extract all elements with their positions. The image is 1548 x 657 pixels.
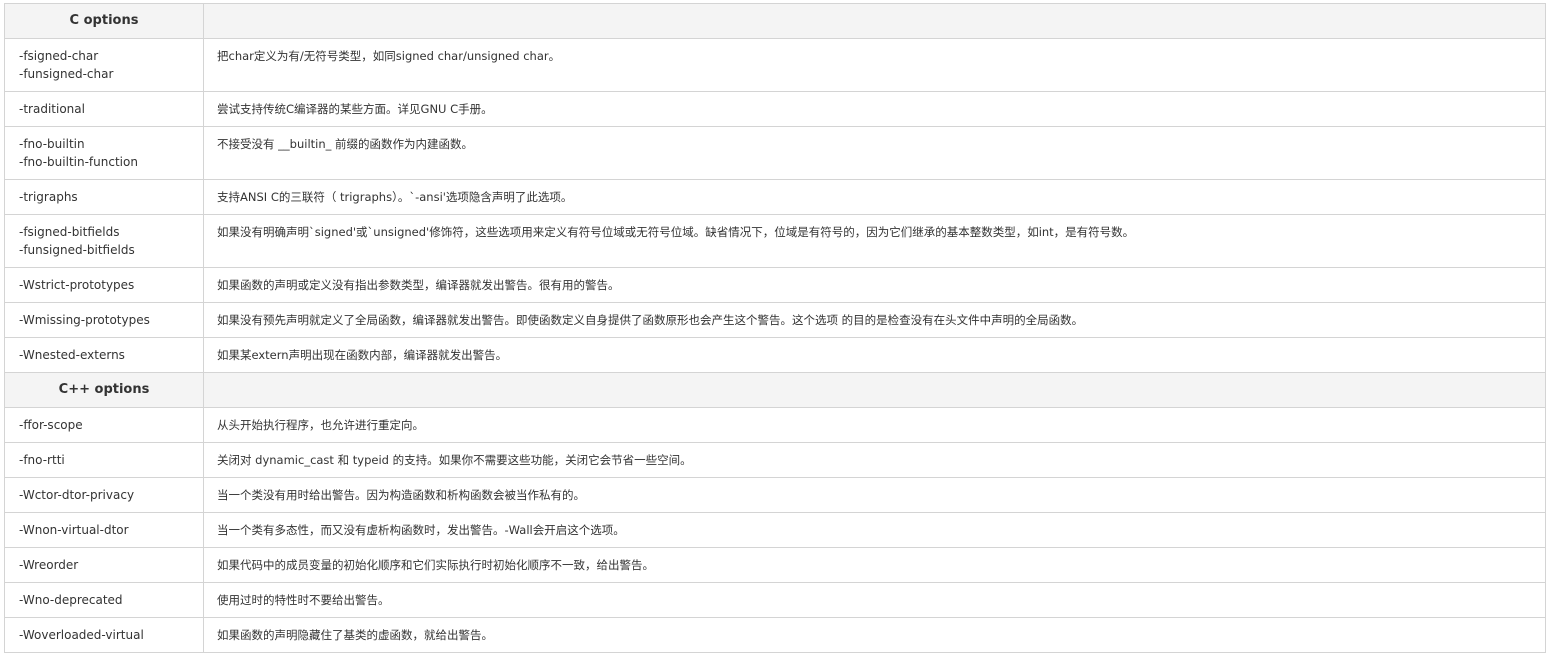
option-name: -Wreorder [19,558,79,572]
option-name-cell: -Wnon-virtual-dtor [4,512,204,548]
option-name: -Woverloaded-virtual [19,628,144,642]
option-name: -traditional [19,102,85,116]
option-description: 从头开始执行程序，也允许进行重定向。 [203,407,1546,443]
option-name: -fno-rtti [19,453,65,467]
options-table-body: C options -fsigned-char -funsigned-char … [4,3,1546,653]
table-row: -fno-builtin -fno-builtin-function 不接受没有… [4,126,1546,180]
option-description: 支持ANSI C的三联符（ trigraphs）。`-ansi'选项隐含声明了此… [203,179,1546,215]
table-row: -Wreorder 如果代码中的成员变量的初始化顺序和它们实际执行时初始化顺序不… [4,547,1546,583]
option-description: 如果函数的声明或定义没有指出参数类型，编译器就发出警告。很有用的警告。 [203,267,1546,303]
option-name: -trigraphs [19,190,78,204]
option-description: 使用过时的特性时不要给出警告。 [203,582,1546,618]
table-row: -Wnon-virtual-dtor 当一个类有多态性，而又没有虚析构函数时，发… [4,512,1546,548]
option-name: -fno-builtin [19,137,85,151]
section-header-row: C++ options [4,372,1546,408]
option-name: -Wstrict-prototypes [19,278,135,292]
section-title: C++ options [4,372,204,408]
table-row: -Woverloaded-virtual 如果函数的声明隐藏住了基类的虚函数，就… [4,617,1546,653]
option-name-cell: -Wnested-externs [4,337,204,373]
option-name-cell: -fsigned-bitfields -funsigned-bitfields [4,214,204,268]
table-row: -trigraphs 支持ANSI C的三联符（ trigraphs）。`-an… [4,179,1546,215]
option-description: 尝试支持传统C编译器的某些方面。详见GNU C手册。 [203,91,1546,127]
option-name: -Wmissing-prototypes [19,313,150,327]
section-header-blank [203,3,1546,39]
option-name: -funsigned-char [19,67,114,81]
option-name: -funsigned-bitfields [19,243,135,257]
option-description: 如果代码中的成员变量的初始化顺序和它们实际执行时初始化顺序不一致，给出警告。 [203,547,1546,583]
option-name-cell: -Wstrict-prototypes [4,267,204,303]
option-name: -Wnon-virtual-dtor [19,523,129,537]
option-name: -fsigned-char [19,49,99,63]
option-name: -Wctor-dtor-privacy [19,488,135,502]
option-description: 如果某extern声明出现在函数内部，编译器就发出警告。 [203,337,1546,373]
option-name: -Wnested-externs [19,348,125,362]
option-description: 把char定义为有/无符号类型，如同signed char/unsigned c… [203,38,1546,92]
option-name-cell: -Wmissing-prototypes [4,302,204,338]
option-name-cell: -ffor-scope [4,407,204,443]
table-row: -Wstrict-prototypes 如果函数的声明或定义没有指出参数类型，编… [4,267,1546,303]
option-name: -Wno-deprecated [19,593,123,607]
option-name-cell: -Wctor-dtor-privacy [4,477,204,513]
table-row: -Wnested-externs 如果某extern声明出现在函数内部，编译器就… [4,337,1546,373]
option-name-cell: -fno-builtin -fno-builtin-function [4,126,204,180]
option-description: 当一个类有多态性，而又没有虚析构函数时，发出警告。-Wall会开启这个选项。 [203,512,1546,548]
option-name-cell: -fsigned-char -funsigned-char [4,38,204,92]
option-description: 当一个类没有用时给出警告。因为构造函数和析构函数会被当作私有的。 [203,477,1546,513]
table-row: -Wmissing-prototypes 如果没有预先声明就定义了全局函数，编译… [4,302,1546,338]
gcc-options-table: C options -fsigned-char -funsigned-char … [4,3,1546,653]
option-name-cell: -traditional [4,91,204,127]
option-name-cell: -fno-rtti [4,442,204,478]
option-name-cell: -Woverloaded-virtual [4,617,204,653]
section-title: C options [4,3,204,39]
table-row: -fsigned-bitfields -funsigned-bitfields … [4,214,1546,268]
option-description: 不接受没有 __builtin_ 前缀的函数作为内建函数。 [203,126,1546,180]
option-name-cell: -trigraphs [4,179,204,215]
option-name-cell: -Wno-deprecated [4,582,204,618]
option-name: -fsigned-bitfields [19,225,120,239]
option-description: 关闭对 dynamic_cast 和 typeid 的支持。如果你不需要这些功能… [203,442,1546,478]
option-description: 如果没有明确声明`signed'或`unsigned'修饰符，这些选项用来定义有… [203,214,1546,268]
option-description: 如果没有预先声明就定义了全局函数，编译器就发出警告。即使函数定义自身提供了函数原… [203,302,1546,338]
table-row: -traditional 尝试支持传统C编译器的某些方面。详见GNU C手册。 [4,91,1546,127]
table-row: -fno-rtti 关闭对 dynamic_cast 和 typeid 的支持。… [4,442,1546,478]
option-name-cell: -Wreorder [4,547,204,583]
option-name: -ffor-scope [19,418,83,432]
table-row: -ffor-scope 从头开始执行程序，也允许进行重定向。 [4,407,1546,443]
table-row: -Wno-deprecated 使用过时的特性时不要给出警告。 [4,582,1546,618]
table-row: -Wctor-dtor-privacy 当一个类没有用时给出警告。因为构造函数和… [4,477,1546,513]
table-row: -fsigned-char -funsigned-char 把char定义为有/… [4,38,1546,92]
option-name: -fno-builtin-function [19,155,138,169]
option-description: 如果函数的声明隐藏住了基类的虚函数，就给出警告。 [203,617,1546,653]
section-header-row: C options [4,3,1546,39]
section-header-blank [203,372,1546,408]
